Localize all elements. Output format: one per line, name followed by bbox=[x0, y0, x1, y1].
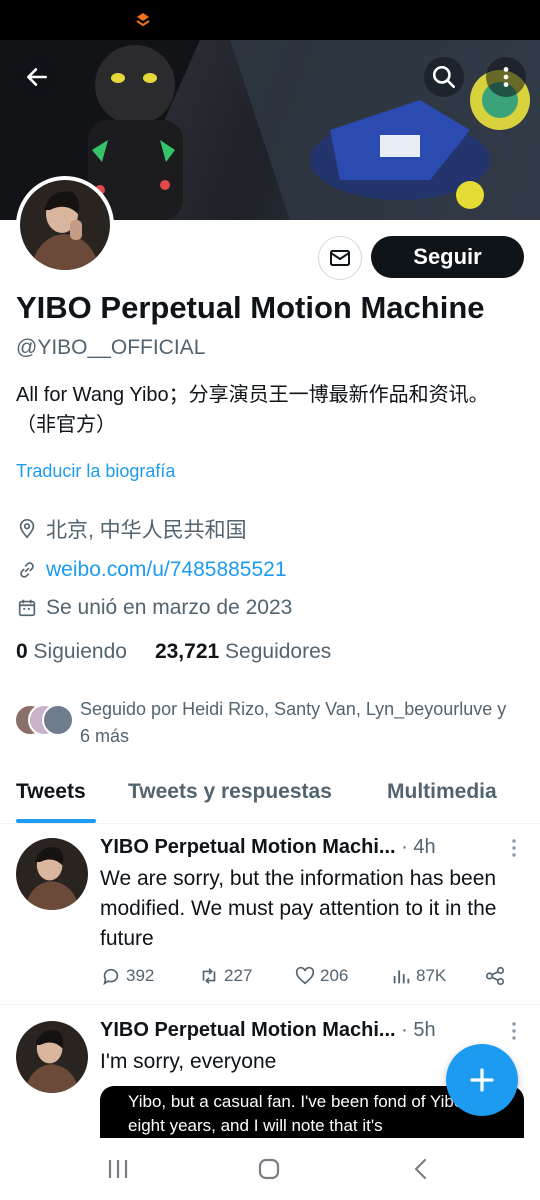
views-chart-icon bbox=[393, 970, 410, 984]
location-text: 北京, 中华人民共和国 bbox=[46, 519, 247, 542]
link-icon bbox=[20, 562, 34, 578]
calendar-icon bbox=[18, 599, 36, 617]
search-icon bbox=[432, 65, 456, 89]
followed-by-avatars bbox=[14, 704, 76, 738]
followed-by-section[interactable]: Seguido por Heidi Rizo, Santy Van, Lyn_b… bbox=[14, 696, 524, 750]
tweet[interactable]: YIBO Perpetual Motion Machi... · 4h We a… bbox=[0, 824, 540, 1004]
heart-icon bbox=[295, 966, 315, 985]
follower-avatar bbox=[42, 704, 74, 736]
followers-label: Seguidores bbox=[225, 640, 332, 663]
active-tab-indicator bbox=[16, 819, 96, 823]
compose-tweet-button[interactable] bbox=[446, 1044, 518, 1116]
reply-count: 392 bbox=[126, 966, 155, 985]
like-button[interactable]: 206 bbox=[294, 965, 348, 987]
system-nav-bar bbox=[0, 1138, 540, 1200]
joined-row: Se unió en marzo de 2023 bbox=[16, 594, 292, 622]
tweet-header: YIBO Perpetual Motion Machi... · 5h bbox=[100, 1019, 436, 1042]
retweet-count: 227 bbox=[224, 966, 253, 985]
back-nav-icon[interactable] bbox=[406, 1156, 436, 1182]
follow-counts: 0 Siguiendo 23,721 Seguidores bbox=[16, 640, 359, 664]
recent-apps-icon[interactable] bbox=[103, 1156, 133, 1182]
more-vertical-icon[interactable] bbox=[508, 838, 520, 858]
profile-avatar[interactable] bbox=[16, 176, 114, 274]
message-button[interactable] bbox=[318, 236, 362, 280]
following-label: Siguiendo bbox=[33, 640, 127, 663]
followers-count: 23,721 bbox=[154, 640, 220, 663]
more-button[interactable] bbox=[486, 57, 526, 97]
tweet-actions: 392 227 206 87K bbox=[100, 965, 520, 995]
profile-tabs: Tweets Tweets y respuestas Multimedia bbox=[0, 770, 540, 824]
tweet-avatar[interactable] bbox=[16, 838, 88, 910]
like-count: 206 bbox=[320, 966, 349, 985]
avatar-image bbox=[16, 838, 88, 910]
followed-by-text: Seguido por Heidi Rizo, Santy Van, Lyn_b… bbox=[80, 699, 507, 746]
back-button[interactable] bbox=[17, 57, 57, 97]
reply-icon bbox=[103, 968, 119, 986]
more-vertical-icon bbox=[503, 67, 509, 87]
tab-media[interactable]: Multimedia bbox=[387, 780, 497, 804]
website-link[interactable]: weibo.com/u/7485885521 bbox=[46, 558, 287, 582]
location-pin-icon bbox=[19, 519, 35, 539]
notification-icon bbox=[136, 13, 150, 27]
translate-bio-link[interactable]: Traducir la biografía bbox=[16, 461, 175, 482]
tab-tweets[interactable]: Tweets bbox=[16, 780, 86, 804]
tweet-author[interactable]: YIBO Perpetual Motion Machi... bbox=[100, 1019, 396, 1041]
avatar-image bbox=[20, 180, 110, 270]
views-count: 87K bbox=[416, 966, 447, 985]
handle: @YIBO__OFFICIAL bbox=[16, 336, 206, 359]
status-bar bbox=[0, 0, 540, 40]
mail-icon bbox=[330, 250, 350, 266]
location-row: 北京, 中华人民共和国 bbox=[16, 515, 247, 543]
views-button[interactable]: 87K bbox=[390, 965, 446, 987]
retweet-button[interactable]: 227 bbox=[198, 965, 252, 987]
tweet-time: · 5h bbox=[401, 1019, 436, 1041]
tab-tweets-replies[interactable]: Tweets y respuestas bbox=[128, 780, 332, 804]
joined-text: Se unió en marzo de 2023 bbox=[46, 596, 293, 619]
website-row: weibo.com/u/7485885521 bbox=[16, 556, 287, 584]
media-caption: Yibo, but a casual fan. I've been fond o… bbox=[128, 1092, 488, 1135]
followers-link[interactable]: 23,721 Seguidores bbox=[155, 640, 331, 664]
tweet-header: YIBO Perpetual Motion Machi... · 4h bbox=[100, 836, 436, 859]
tweet-author[interactable]: YIBO Perpetual Motion Machi... bbox=[100, 836, 396, 858]
bio: All for Wang Yibo；分享演员王一博最新作品和资讯。（非官方） bbox=[16, 384, 489, 436]
retweet-icon bbox=[202, 968, 216, 984]
display-name: YIBO Perpetual Motion Machine bbox=[16, 290, 485, 325]
reply-button[interactable]: 392 bbox=[100, 965, 154, 987]
avatar-image bbox=[16, 1021, 88, 1093]
tweet-text: We are sorry, but the information has be… bbox=[100, 867, 497, 950]
share-button[interactable] bbox=[484, 965, 510, 987]
tweet-time: · 4h bbox=[401, 836, 436, 858]
arrow-left-icon bbox=[27, 68, 47, 86]
home-icon[interactable] bbox=[254, 1156, 284, 1182]
more-vertical-icon[interactable] bbox=[508, 1021, 520, 1041]
search-button[interactable] bbox=[424, 57, 464, 97]
plus-icon bbox=[470, 1068, 494, 1092]
share-icon bbox=[485, 966, 505, 986]
following-link[interactable]: 0 Siguiendo bbox=[16, 640, 127, 664]
tweet-avatar[interactable] bbox=[16, 1021, 88, 1093]
follow-button[interactable]: Seguir bbox=[371, 236, 524, 278]
following-count: 0 bbox=[16, 640, 28, 663]
